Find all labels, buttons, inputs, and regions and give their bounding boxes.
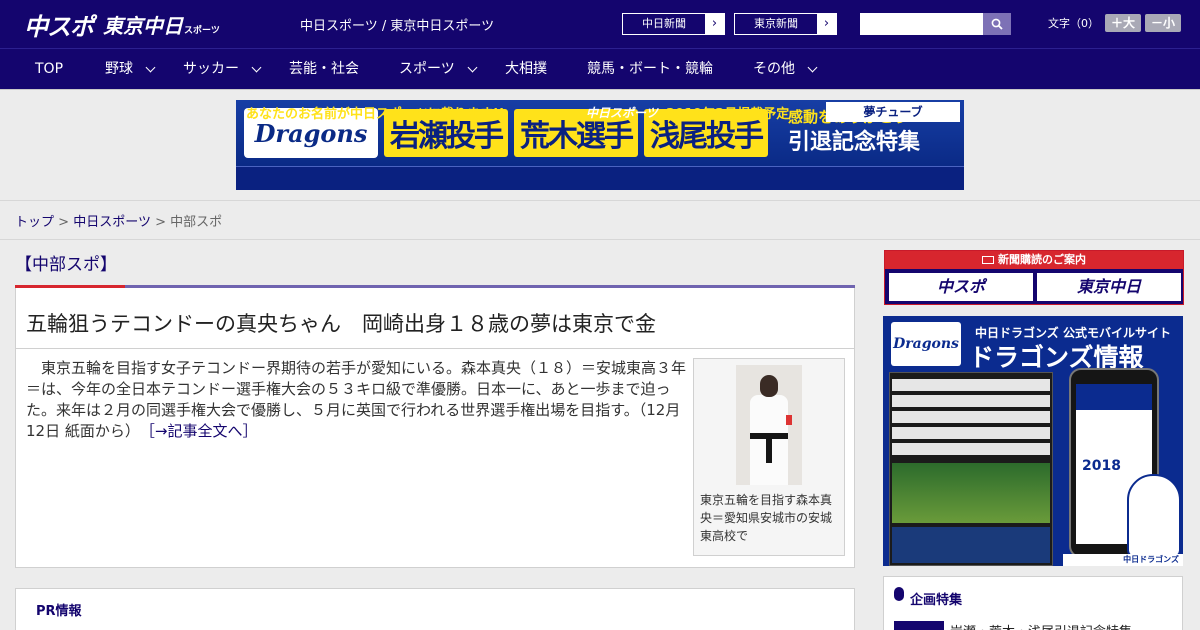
nav-item-label: 競馬・ボート・競輪 bbox=[587, 61, 713, 77]
subscribe-tokyo-chunichi-button[interactable]: 東京中日 bbox=[1037, 273, 1181, 301]
dragons-ad-footer: 中日ドラゴンズ bbox=[1063, 554, 1183, 566]
nav-item-sumo[interactable]: 大相撲 bbox=[505, 49, 547, 89]
tokyo-shimbun-link[interactable]: 東京新聞 › bbox=[734, 13, 837, 35]
photo-belt-end bbox=[766, 437, 772, 463]
chevron-down-icon bbox=[251, 62, 262, 72]
subscribe-chuspo-button[interactable]: 中スポ bbox=[889, 273, 1033, 301]
banner-chuspo-logo: 中日スポーツ bbox=[586, 106, 658, 120]
nav-item-other[interactable]: その他 bbox=[753, 49, 818, 89]
chunichi-shimbun-link[interactable]: 中日新聞 › bbox=[622, 13, 725, 35]
nav-item-label: 大相撲 bbox=[505, 61, 547, 77]
chevron-down-icon bbox=[807, 62, 818, 72]
font-size-label: 文字（0） bbox=[1048, 17, 1099, 30]
pr-section: PR情報 bbox=[15, 588, 855, 630]
search-icon bbox=[991, 18, 1003, 30]
banner-yume-tube-logo: 夢チューブ bbox=[826, 102, 960, 122]
logo-chuspo: 中スポ bbox=[24, 12, 94, 41]
breadcrumb: トップ > 中日スポーツ > 中部スポ bbox=[15, 211, 222, 230]
photo-badge bbox=[786, 415, 792, 425]
nav-item-label: 野球 bbox=[105, 61, 133, 77]
dragons-ad-scoreboard bbox=[889, 372, 1053, 566]
breadcrumb-separator: > bbox=[155, 215, 166, 230]
scoreboard-row bbox=[892, 443, 1050, 455]
subscription-heading: 新聞購読のご案内 bbox=[885, 251, 1183, 269]
banner-message-2: 引退記念特集 bbox=[788, 130, 921, 155]
breadcrumb-separator: > bbox=[58, 215, 70, 230]
scoreboard-field bbox=[892, 463, 1050, 523]
phone-screen-header bbox=[1076, 384, 1152, 410]
read-full-article-link[interactable]: ［→記事全文へ］ bbox=[147, 422, 257, 440]
dragons-mobile-ad[interactable]: Dragons 中日ドラゴンズ 公式モバイルサイト ドラゴンズ情報 2018 中… bbox=[883, 316, 1183, 566]
scoreboard-row bbox=[892, 395, 1050, 407]
retirement-feature-banner[interactable]: Dragons 岩瀬投手 荒木選手 浅尾投手 感動をありがとう 引退記念特集 あ… bbox=[236, 100, 964, 190]
special-features-box: 企画特集 岩瀬・荒木・浅尾引退記念特集 bbox=[883, 576, 1183, 630]
ribbon-icon bbox=[894, 587, 904, 601]
nav-item-label: その他 bbox=[753, 61, 795, 77]
newspaper-icon bbox=[982, 256, 994, 264]
special-feature-link[interactable]: 岩瀬・荒木・浅尾引退記念特集 bbox=[950, 621, 1132, 630]
scoreboard-row bbox=[892, 379, 1050, 391]
banner-bottom-text: あなたのお名前が中日スポーツに載ります!! bbox=[246, 107, 505, 122]
article-title: 五輪狙うテコンドーの真央ちゃん 岡崎出身１８歳の夢は東京で金 bbox=[26, 312, 656, 336]
scoreboard-row bbox=[892, 411, 1050, 423]
subscription-heading-text: 新聞購読のご案内 bbox=[998, 253, 1086, 266]
nav-item-label: サッカー bbox=[183, 61, 239, 77]
photo-caption: 東京五輪を目指す森本真央＝愛知県安城市の安城東高校で bbox=[700, 493, 833, 543]
nav-item-soccer[interactable]: サッカー bbox=[183, 49, 262, 89]
pr-heading: PR情報 bbox=[36, 604, 82, 619]
logo-tokyo-chunichi: 東京中日 bbox=[103, 13, 183, 38]
chevron-down-icon bbox=[467, 62, 478, 72]
search-button[interactable] bbox=[983, 13, 1011, 35]
breadcrumb-band: トップ > 中日スポーツ > 中部スポ bbox=[0, 200, 1200, 240]
nav-item-sports[interactable]: スポーツ bbox=[399, 49, 478, 89]
nav-item-label: スポーツ bbox=[399, 61, 455, 77]
banner-bottom-strip bbox=[236, 166, 964, 190]
dragons-mascot bbox=[1127, 474, 1181, 558]
dragons-ad-logo: Dragons bbox=[891, 322, 961, 366]
breadcrumb-section-link[interactable]: 中日スポーツ bbox=[73, 215, 151, 230]
search-input[interactable] bbox=[860, 13, 983, 35]
nav-item-label: TOP bbox=[35, 61, 64, 77]
section-title: 【中部スポ】 bbox=[15, 255, 117, 275]
scoreboard-footer bbox=[892, 527, 1050, 563]
scoreboard-row bbox=[892, 427, 1050, 439]
special-feature-thumbnail[interactable] bbox=[894, 621, 944, 630]
article-header: 五輪狙うテコンドーの真央ちゃん 岡崎出身１８歳の夢は東京で金 bbox=[15, 288, 855, 348]
chevron-down-icon bbox=[145, 62, 156, 72]
chunichi-shimbun-label: 中日新聞 bbox=[623, 14, 705, 34]
search-form bbox=[860, 13, 1011, 35]
tokyo-shimbun-label: 東京新聞 bbox=[735, 14, 817, 34]
nav-item-entertainment[interactable]: 芸能・社会 bbox=[289, 49, 359, 89]
phone-screen-year: 2018 bbox=[1082, 458, 1121, 474]
subscription-box: 新聞購読のご案内 中スポ 東京中日 bbox=[884, 250, 1184, 305]
site-header: 中スポ 東京中日 スポーツ 中日スポーツ / 東京中日スポーツ 中日新聞 › 東… bbox=[0, 0, 1200, 48]
nav-item-top[interactable]: TOP bbox=[35, 49, 63, 89]
font-bigger-button[interactable]: ＋大 bbox=[1105, 14, 1142, 32]
logo-sports: スポーツ bbox=[184, 25, 220, 36]
global-nav: TOP 野球 サッカー 芸能・社会 スポーツ 大相撲 競馬・ボート・競輪 その他 bbox=[0, 48, 1200, 90]
photo-head bbox=[760, 375, 778, 397]
nav-item-baseball[interactable]: 野球 bbox=[105, 49, 156, 89]
article-body: 東京五輪を目指す女子テコンドー界期待の若手が愛知にいる。森本真央（１８）＝安城東… bbox=[15, 348, 855, 568]
site-logo[interactable]: 中スポ 東京中日 スポーツ bbox=[24, 8, 220, 41]
chevron-right-icon: › bbox=[823, 16, 830, 31]
article-photo-card: 東京五輪を目指す森本真央＝愛知県安城市の安城東高校で bbox=[693, 358, 845, 556]
font-size-control: 文字（0） ＋大 －小 bbox=[1048, 14, 1182, 32]
nav-item-keiba[interactable]: 競馬・ボート・競輪 bbox=[587, 49, 713, 89]
article-summary-text: 東京五輪を目指す女子テコンドー界期待の若手が愛知にいる。森本真央（１８）＝安城東… bbox=[26, 359, 687, 440]
special-features-heading: 企画特集 bbox=[910, 593, 963, 608]
banner-date: 2019年3月掲載予定 bbox=[666, 107, 790, 122]
site-names: 中日スポーツ / 東京中日スポーツ bbox=[300, 19, 495, 34]
article-summary: 東京五輪を目指す女子テコンドー界期待の若手が愛知にいる。森本真央（１８）＝安城東… bbox=[26, 358, 686, 442]
breadcrumb-home-link[interactable]: トップ bbox=[15, 215, 54, 230]
nav-item-label: 芸能・社会 bbox=[289, 61, 359, 77]
font-smaller-button[interactable]: －小 bbox=[1145, 14, 1182, 32]
breadcrumb-current: 中部スポ bbox=[170, 215, 223, 230]
article-photo[interactable] bbox=[736, 365, 802, 485]
chevron-right-icon: › bbox=[711, 16, 718, 31]
